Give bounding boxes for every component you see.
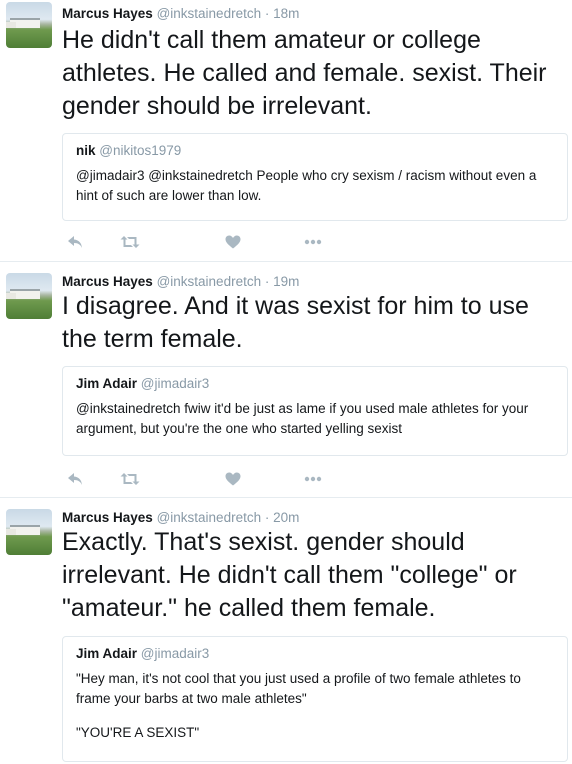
- quoted-text: @jimadair3 @inkstainedretch People who c…: [76, 168, 537, 203]
- quoted-text: "Hey man, it's not cool that you just us…: [76, 671, 521, 706]
- avatar[interactable]: [6, 509, 52, 555]
- author-handle[interactable]: @inkstainedretch: [157, 6, 262, 21]
- quoted-text: @inkstainedretch fwiw it'd be just as la…: [76, 401, 529, 436]
- more-button[interactable]: [302, 469, 324, 489]
- like-button[interactable]: [222, 232, 244, 252]
- reply-icon: [68, 236, 82, 248]
- tweet-text: He didn't call them amateur or college a…: [62, 26, 547, 120]
- tweet-header: Marcus Hayes @inkstainedretch · 19m: [62, 274, 299, 289]
- author-name[interactable]: Marcus Hayes: [62, 6, 153, 21]
- quoted-header: nik @nikitos1979: [76, 143, 555, 158]
- author-handle[interactable]: @inkstainedretch: [157, 510, 262, 525]
- reply-button[interactable]: [64, 232, 86, 252]
- like-icon: [225, 472, 241, 486]
- like-button[interactable]: [222, 469, 244, 489]
- quoted-author-name: nik: [76, 143, 96, 158]
- more-icon: [304, 239, 322, 245]
- reply-icon: [68, 473, 82, 485]
- more-button[interactable]: [302, 232, 324, 252]
- separator-dot: ·: [261, 510, 274, 525]
- tweet-header: Marcus Hayes @inkstainedretch · 20m: [62, 510, 299, 525]
- retweet-icon: [120, 473, 140, 485]
- tweet-text: I disagree. And it was sexist for him to…: [62, 292, 529, 353]
- tweet-text: Exactly. That's sexist. gender should ir…: [62, 528, 517, 622]
- quoted-tweet[interactable]: nik @nikitos1979 @jimadair3 @inkstainedr…: [62, 133, 568, 221]
- reply-button[interactable]: [64, 469, 86, 489]
- quoted-author-handle: @nikitos1979: [99, 143, 182, 158]
- tweet[interactable]: Marcus Hayes @inkstainedretch · 20m Exac…: [0, 502, 572, 764]
- separator-dot: ·: [261, 6, 274, 21]
- avatar[interactable]: [6, 2, 52, 48]
- retweet-button[interactable]: [119, 232, 141, 252]
- quoted-author-handle: @jimadair3: [140, 646, 210, 661]
- quoted-text-line: "YOU'RE A SEXIST": [76, 725, 200, 740]
- like-icon: [225, 235, 241, 249]
- author-name[interactable]: Marcus Hayes: [62, 510, 153, 525]
- tweet[interactable]: Marcus Hayes @inkstainedretch · 19m I di…: [0, 266, 572, 498]
- quoted-author-name: Jim Adair: [76, 646, 138, 661]
- quoted-header: Jim Adair @jimadair3: [76, 376, 555, 391]
- timestamp[interactable]: 20m: [273, 510, 299, 525]
- quoted-author-name: Jim Adair: [76, 376, 138, 391]
- timestamp[interactable]: 18m: [273, 6, 299, 21]
- author-handle[interactable]: @inkstainedretch: [157, 274, 262, 289]
- quoted-tweet[interactable]: Jim Adair @jimadair3 "Hey man, it's not …: [62, 636, 568, 762]
- quoted-author-handle: @jimadair3: [140, 376, 210, 391]
- separator-dot: ·: [261, 274, 274, 289]
- avatar[interactable]: [6, 273, 52, 319]
- tweet-header: Marcus Hayes @inkstainedretch · 18m: [62, 6, 299, 21]
- timestamp[interactable]: 19m: [273, 274, 299, 289]
- tweet[interactable]: Marcus Hayes @inkstainedretch · 18m He d…: [0, 0, 572, 262]
- more-icon: [304, 476, 322, 482]
- quoted-tweet[interactable]: Jim Adair @jimadair3 @inkstainedretch fw…: [62, 366, 568, 456]
- retweet-icon: [120, 236, 140, 248]
- author-name[interactable]: Marcus Hayes: [62, 274, 153, 289]
- retweet-button[interactable]: [119, 469, 141, 489]
- quoted-header: Jim Adair @jimadair3: [76, 646, 555, 661]
